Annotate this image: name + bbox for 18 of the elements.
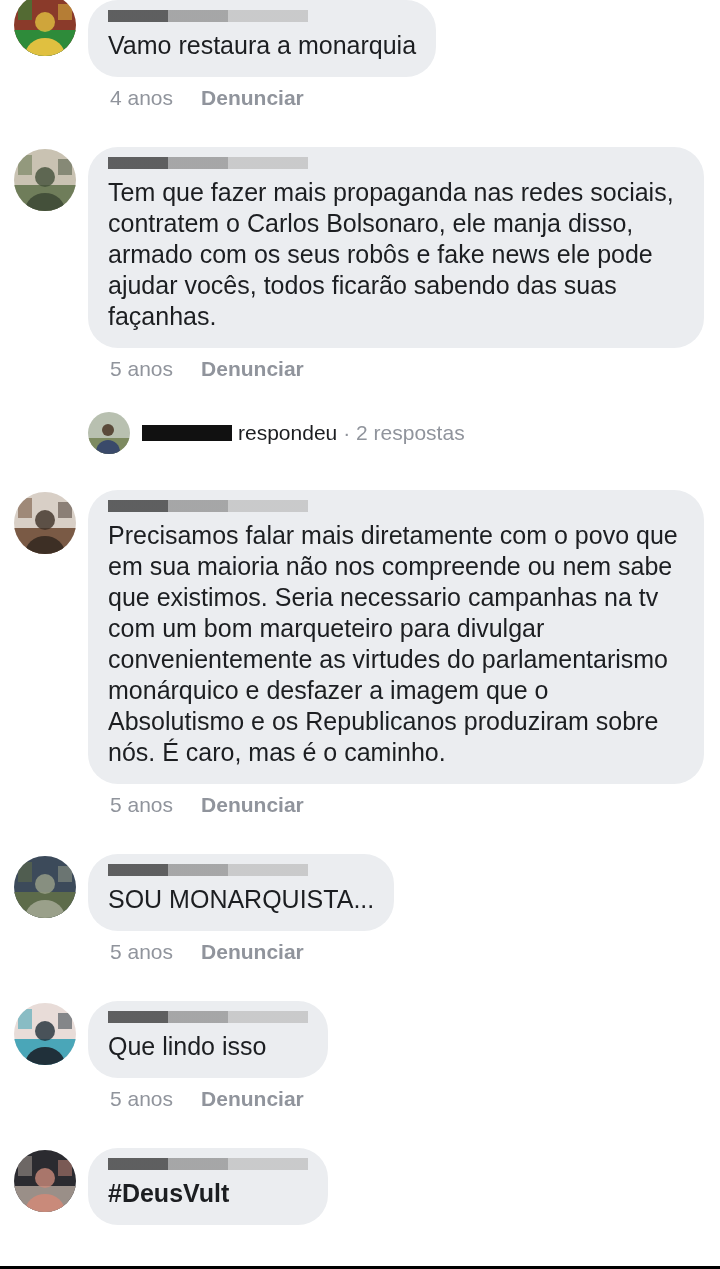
reply-count[interactable]: · 2 respostas <box>343 421 465 445</box>
report-link[interactable]: Denunciar <box>201 357 304 381</box>
report-link[interactable]: Denunciar <box>201 86 304 110</box>
report-link[interactable]: Denunciar <box>201 1087 304 1111</box>
comment-text: Que lindo isso <box>108 1031 268 1062</box>
comment-time: 4 anos <box>110 86 174 110</box>
report-link[interactable]: Denunciar <box>201 793 304 817</box>
comment-time: 5 anos <box>110 940 174 964</box>
comment-text: Tem que fazer mais propaganda nas redes sociais, contratem o Carlos Bolsonaro, ele manja disso, armado com os seus robôs e fake news ele pode ajudar vocês, todos ficarão sabendo das suas façanhas. <box>108 177 675 332</box>
comment-text: #DeusVult <box>108 1178 231 1209</box>
report-link[interactable]: Denunciar <box>201 940 304 964</box>
comment-text: Vamo restaura a monarquia <box>108 30 417 61</box>
replies-link[interactable]: respondeu <box>238 421 338 445</box>
comment-time: 5 anos <box>110 357 174 381</box>
comment-text: SOU MONARQUISTA... <box>108 884 375 915</box>
comment-time: 5 anos <box>110 1087 174 1111</box>
comment-time: 5 anos <box>110 793 174 817</box>
comment-text: Precisamos falar mais diretamente com o povo que em sua maioria não nos compreende ou nem sabe que existimos. Seria necessario campanhas na tv com um bom marqueteiro para divulgar convenientemente as virtudes do parlamentarismo monárquico e desfazer a imagem que o Absolutismo e os Republicanos produziram sobre nós. É caro, mas é o caminho. <box>108 520 679 768</box>
